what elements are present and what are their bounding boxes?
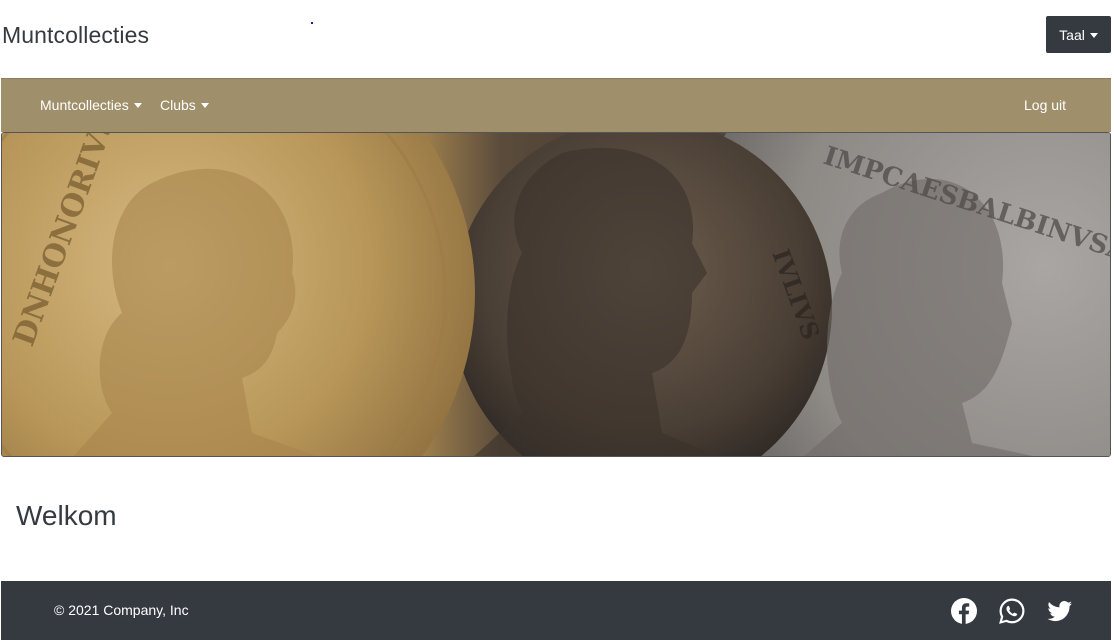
language-dropdown-button[interactable]: Taal xyxy=(1046,16,1111,53)
caret-down-icon xyxy=(1089,32,1098,38)
decorative-dot xyxy=(311,22,313,24)
main-navbar: Muntcollecties Clubs Log uit xyxy=(1,78,1111,132)
facebook-icon[interactable] xyxy=(951,598,977,624)
language-dropdown-label: Taal xyxy=(1059,26,1085,43)
coins-illustration: DNHONORIVSPFAVG IVLIVS IMPCAESBALBINVSAV… xyxy=(2,133,1110,456)
twitter-icon[interactable] xyxy=(1047,598,1073,624)
copyright-text: © 2021 Company, Inc xyxy=(54,602,189,618)
nav-dropdown-clubs[interactable]: Clubs xyxy=(160,97,209,113)
caret-down-icon xyxy=(133,103,142,108)
whatsapp-icon[interactable] xyxy=(999,598,1025,624)
site-footer: © 2021 Company, Inc xyxy=(1,581,1111,640)
hero-banner-coins: DNHONORIVSPFAVG IVLIVS IMPCAESBALBINVSAV… xyxy=(1,132,1111,457)
nav-item-label: Muntcollecties xyxy=(40,97,129,113)
caret-down-icon xyxy=(200,103,209,108)
site-title[interactable]: Muntcollecties xyxy=(2,22,149,49)
logout-link[interactable]: Log uit xyxy=(1024,97,1066,113)
nav-dropdown-muntcollecties[interactable]: Muntcollecties xyxy=(40,97,142,113)
page-heading: Welkom xyxy=(16,500,117,531)
nav-item-label: Clubs xyxy=(160,97,196,113)
